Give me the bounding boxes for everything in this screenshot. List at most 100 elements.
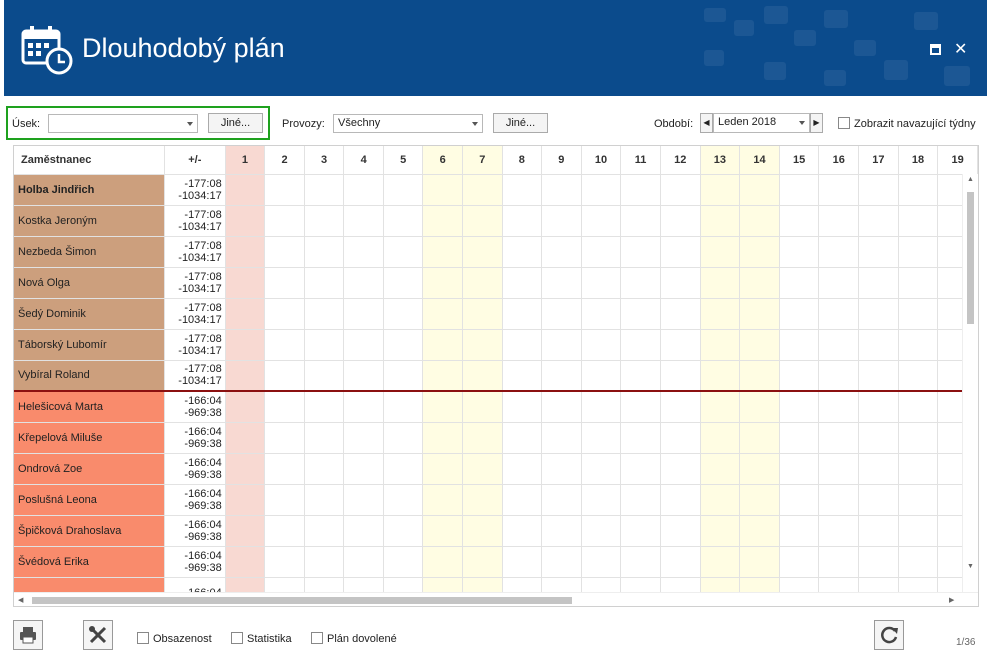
- day-cell[interactable]: [581, 267, 622, 299]
- day-cell[interactable]: [898, 298, 939, 330]
- vertical-scroll-thumb[interactable]: [967, 192, 974, 324]
- day-cell[interactable]: [225, 360, 266, 392]
- usek-other-button[interactable]: Jiné...: [208, 113, 263, 133]
- horizontal-scroll-thumb[interactable]: [32, 597, 572, 604]
- obsazenost-checkbox[interactable]: [137, 632, 149, 644]
- day-cell[interactable]: [541, 546, 582, 578]
- diff-column-header[interactable]: +/-: [164, 146, 226, 175]
- day-cell[interactable]: [225, 546, 266, 578]
- employee-name-cell[interactable]: Nezbeda Šimon: [14, 236, 165, 268]
- scroll-left-icon[interactable]: ◀: [18, 596, 23, 604]
- day-column-header[interactable]: 15: [779, 146, 820, 175]
- day-cell[interactable]: [304, 267, 345, 299]
- employee-name-cell[interactable]: Táborský Lubomír: [14, 329, 165, 361]
- day-cell[interactable]: [581, 205, 622, 237]
- day-cell[interactable]: [422, 236, 463, 268]
- day-cell[interactable]: [818, 298, 860, 330]
- day-cell[interactable]: [858, 360, 899, 392]
- day-column-header[interactable]: 17: [858, 146, 899, 175]
- day-column-header[interactable]: 12: [660, 146, 701, 175]
- day-cell[interactable]: [620, 174, 661, 206]
- day-cell[interactable]: [660, 174, 701, 206]
- day-cell[interactable]: [343, 174, 384, 206]
- day-cell[interactable]: [541, 329, 582, 361]
- employee-name-cell[interactable]: Poslušná Leona: [14, 484, 165, 516]
- day-cell[interactable]: [304, 484, 345, 516]
- day-cell[interactable]: [660, 329, 701, 361]
- day-cell[interactable]: [502, 546, 543, 578]
- day-cell[interactable]: [304, 360, 345, 392]
- day-cell[interactable]: [343, 298, 384, 330]
- day-cell[interactable]: [343, 267, 384, 299]
- day-cell[interactable]: [462, 453, 503, 485]
- employee-column-header[interactable]: Zaměstnanec: [14, 146, 165, 175]
- day-cell[interactable]: [700, 453, 741, 485]
- day-cell[interactable]: [818, 267, 860, 299]
- day-cell[interactable]: [225, 391, 266, 423]
- day-cell[interactable]: [818, 453, 860, 485]
- day-cell[interactable]: [660, 453, 701, 485]
- day-cell[interactable]: [502, 360, 543, 392]
- employee-name-cell[interactable]: Špičková Drahoslava: [14, 515, 165, 547]
- day-cell[interactable]: [462, 515, 503, 547]
- day-cell[interactable]: [700, 515, 741, 547]
- day-cell[interactable]: [541, 267, 582, 299]
- day-cell[interactable]: [462, 360, 503, 392]
- day-cell[interactable]: [858, 205, 899, 237]
- day-cell[interactable]: [779, 329, 820, 361]
- day-cell[interactable]: [422, 515, 463, 547]
- day-cell[interactable]: [383, 360, 424, 392]
- previous-month-button[interactable]: ◀: [700, 113, 713, 133]
- day-cell[interactable]: [422, 546, 463, 578]
- day-column-header[interactable]: 14: [739, 146, 780, 175]
- day-cell[interactable]: [620, 422, 661, 454]
- day-cell[interactable]: [660, 391, 701, 423]
- day-cell[interactable]: [700, 546, 741, 578]
- day-cell[interactable]: [620, 391, 661, 423]
- day-cell[interactable]: [225, 329, 266, 361]
- plan-dovolene-checkbox[interactable]: [311, 632, 323, 644]
- day-cell[interactable]: [225, 484, 266, 516]
- day-column-header[interactable]: 18: [898, 146, 939, 175]
- day-cell[interactable]: [383, 329, 424, 361]
- day-cell[interactable]: [818, 484, 860, 516]
- day-cell[interactable]: [502, 484, 543, 516]
- day-cell[interactable]: [620, 298, 661, 330]
- day-cell[interactable]: [541, 453, 582, 485]
- day-cell[interactable]: [422, 174, 463, 206]
- day-column-header[interactable]: 19: [937, 146, 978, 175]
- day-cell[interactable]: [700, 360, 741, 392]
- day-cell[interactable]: [818, 205, 860, 237]
- day-cell[interactable]: [739, 360, 780, 392]
- refresh-button[interactable]: [874, 620, 904, 650]
- day-cell[interactable]: [858, 391, 899, 423]
- day-cell[interactable]: [660, 422, 701, 454]
- day-cell[interactable]: [858, 515, 899, 547]
- day-cell[interactable]: [581, 298, 622, 330]
- day-cell[interactable]: [581, 329, 622, 361]
- day-cell[interactable]: [343, 515, 384, 547]
- day-cell[interactable]: [502, 205, 543, 237]
- day-cell[interactable]: [898, 515, 939, 547]
- day-cell[interactable]: [422, 422, 463, 454]
- day-cell[interactable]: [700, 484, 741, 516]
- day-cell[interactable]: [581, 453, 622, 485]
- day-cell[interactable]: [343, 484, 384, 516]
- close-button[interactable]: ✕: [954, 39, 967, 59]
- day-column-header[interactable]: 13: [700, 146, 741, 175]
- day-cell[interactable]: [264, 546, 305, 578]
- day-cell[interactable]: [818, 174, 860, 206]
- day-cell[interactable]: [422, 267, 463, 299]
- day-cell[interactable]: [462, 484, 503, 516]
- day-cell[interactable]: [383, 391, 424, 423]
- day-cell[interactable]: [898, 360, 939, 392]
- day-cell[interactable]: [304, 453, 345, 485]
- day-cell[interactable]: [304, 236, 345, 268]
- day-cell[interactable]: [304, 298, 345, 330]
- day-cell[interactable]: [304, 205, 345, 237]
- day-cell[interactable]: [700, 298, 741, 330]
- day-cell[interactable]: [541, 515, 582, 547]
- day-cell[interactable]: [541, 422, 582, 454]
- day-cell[interactable]: [660, 205, 701, 237]
- day-column-header[interactable]: 1: [225, 146, 266, 175]
